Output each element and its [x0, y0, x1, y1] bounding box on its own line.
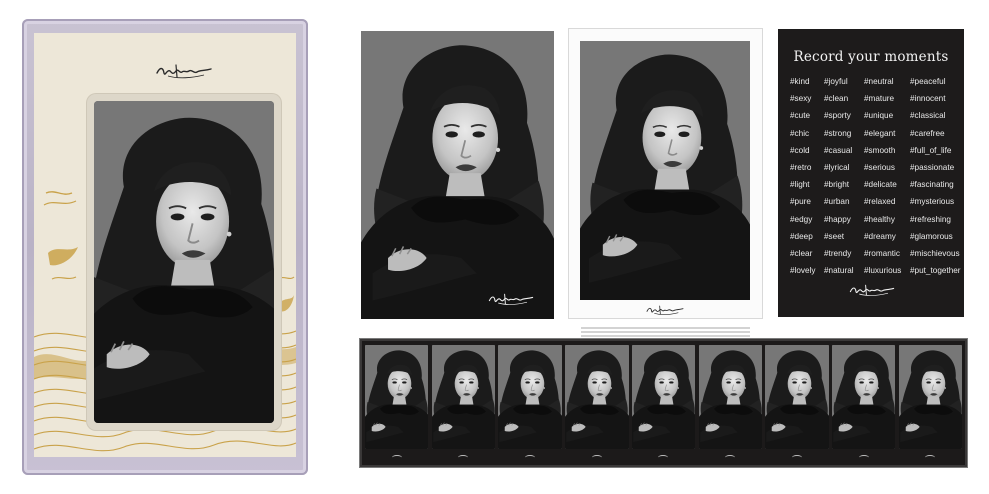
- portrait-photo: [580, 41, 750, 300]
- hashtag-label: #joyful: [824, 77, 848, 86]
- hashtag-label: #fascinating: [910, 180, 954, 190]
- film-strip-frame: [898, 345, 963, 449]
- signature-icon: [498, 451, 561, 463]
- hashtag-label: #casual: [824, 145, 853, 155]
- signature-icon: [632, 451, 695, 463]
- signature-icon: [848, 282, 896, 298]
- hashtag-label: #glamorous: [910, 231, 953, 241]
- film-strip-signatures: [365, 451, 962, 463]
- signature-icon: [154, 61, 214, 81]
- hashtag-label: #strong: [824, 128, 852, 138]
- fine-print-caption: [581, 327, 750, 340]
- hashtag-label: #clear: [790, 248, 813, 258]
- hashtag-label: #delicate: [864, 180, 897, 190]
- hashtag-label: #mischievous: [910, 248, 960, 258]
- hashtag-label: #chic: [790, 128, 810, 138]
- hashtag-label: #dreamy: [864, 231, 896, 241]
- photo-film-strip: [360, 339, 967, 467]
- case-insert-card: [34, 33, 296, 457]
- portrait-print-full: [361, 31, 554, 319]
- hashtag-label: #innocent: [910, 94, 946, 104]
- film-strip-frame: [831, 345, 896, 449]
- signature-icon: [765, 451, 828, 463]
- hashtag-label: #seet: [824, 231, 845, 241]
- hashtag-label: #happy: [824, 214, 851, 224]
- hashtag-label: #retro: [790, 162, 812, 172]
- hashtag-label: #sporty: [824, 111, 851, 121]
- film-strip-frame: [365, 345, 429, 449]
- signature-icon: [899, 451, 962, 463]
- hashtag-label: #light: [790, 180, 810, 190]
- film-strip-frame: [698, 345, 762, 449]
- hashtag-label: #edgy: [790, 214, 813, 224]
- hashtag-label: #relaxed: [864, 197, 896, 207]
- gold-foil-accent: [43, 191, 78, 280]
- hashtag-label: #natural: [824, 266, 854, 276]
- hashtag-label: #elegant: [864, 128, 896, 138]
- film-strip-frame: [631, 345, 696, 449]
- hashtag-label: #deep: [790, 231, 813, 241]
- signature-icon: [832, 451, 895, 463]
- hashtag-label: #healthy: [864, 214, 895, 224]
- hashtag-label: #kind: [790, 77, 810, 86]
- hashtag-label: #cold: [790, 145, 810, 155]
- hashtag-label: #romantic: [864, 248, 900, 258]
- hashtag-label: #luxurious: [864, 266, 902, 276]
- hashtag-label: #refreshing: [910, 214, 951, 224]
- film-strip-frames: [365, 345, 963, 449]
- acrylic-photo-case: [22, 19, 308, 475]
- hashtag-label: #clean: [824, 94, 849, 104]
- signature-icon: [565, 451, 628, 463]
- film-strip-frame: [565, 345, 629, 449]
- signature-icon: [432, 451, 495, 463]
- hashtag-label: #mature: [864, 94, 895, 104]
- film-strip-frame: [765, 345, 829, 449]
- hashtag-label: #trendy: [824, 248, 852, 258]
- portrait-photo: [94, 101, 274, 423]
- hashtag-label: #serious: [864, 162, 895, 172]
- signature-icon: [645, 303, 685, 317]
- hashtag-label: #bright: [824, 180, 850, 190]
- hashtag-label: #classical: [910, 111, 946, 121]
- hashtag-label: #mysterious: [910, 197, 955, 207]
- hashtag-label: #sexy: [790, 94, 812, 104]
- hashtag-card: Record your moments #kind #joyful #neutral…: [778, 29, 964, 317]
- case-photo-window: [87, 94, 281, 430]
- hashtag-label: #urban: [824, 197, 850, 207]
- hashtag-label: #passionate: [910, 162, 955, 172]
- hashtag-label: #lovely: [790, 266, 816, 276]
- hashtag-label: #smooth: [864, 145, 896, 155]
- hashtag-label: #carefree: [910, 128, 945, 138]
- hashtag-grid: #kind #joyful #neutral #peaceful #sexy #clean…: [790, 73, 961, 279]
- hashtag-label: #full_of_life: [910, 145, 952, 155]
- portrait-print-framed: [569, 29, 762, 340]
- hashtag-label: #put_together: [910, 266, 961, 276]
- hashtag-label: #unique: [864, 111, 894, 121]
- card-title: Record your moments: [793, 49, 949, 65]
- signature-icon: [487, 291, 535, 307]
- hashtag-label: #lyrical: [824, 162, 850, 172]
- film-strip-frame: [431, 345, 496, 449]
- hashtag-label: #neutral: [864, 77, 894, 86]
- hashtag-label: #peaceful: [910, 77, 946, 86]
- signature-icon: [365, 451, 428, 463]
- hashtag-label: #cute: [790, 111, 811, 121]
- film-strip-frame: [498, 345, 562, 449]
- hashtag-label: #pure: [790, 197, 811, 207]
- signature-icon: [699, 451, 762, 463]
